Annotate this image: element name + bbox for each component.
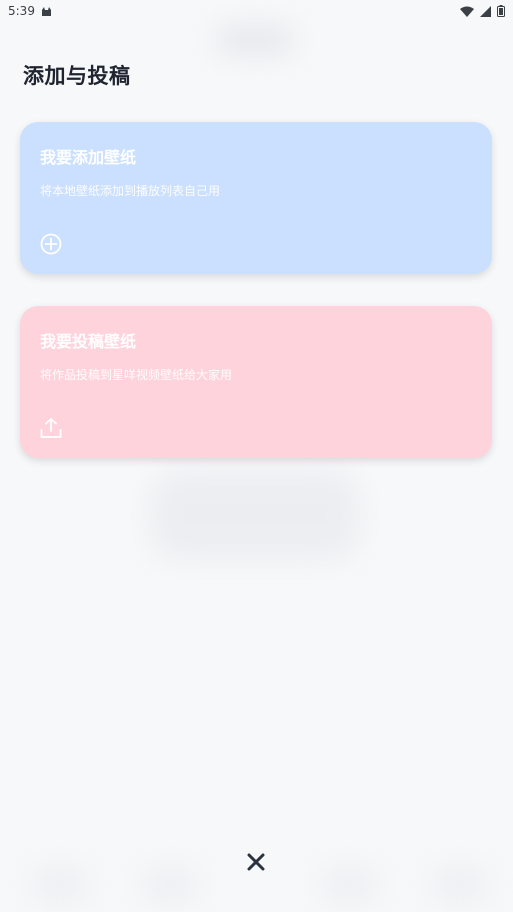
background-blur <box>150 470 360 560</box>
status-bar: 5:39 <box>0 0 513 22</box>
background-blur <box>215 25 295 55</box>
background-blur <box>30 865 90 905</box>
add-wallpaper-description: 将本地壁纸添加到播放列表自己用 <box>40 184 221 198</box>
background-blur <box>320 865 380 905</box>
add-wallpaper-title: 我要添加壁纸 <box>40 148 137 167</box>
add-wallpaper-card[interactable]: 我要添加壁纸 将本地壁纸添加到播放列表自己用 <box>20 122 492 274</box>
close-icon <box>247 853 265 871</box>
battery-icon <box>497 5 505 17</box>
wifi-icon <box>460 6 474 17</box>
signal-icon <box>480 5 491 17</box>
submit-wallpaper-card[interactable]: 我要投稿壁纸 将作品投稿到星咩视频壁纸给大家用 <box>20 306 492 458</box>
background-blur <box>430 865 490 905</box>
close-button[interactable] <box>240 846 272 878</box>
submit-wallpaper-description: 将作品投稿到星咩视频壁纸给大家用 <box>40 368 233 382</box>
status-right <box>460 5 505 17</box>
background-blur <box>140 865 200 905</box>
page-title: 添加与投稿 <box>23 64 131 88</box>
notification-icon <box>41 6 51 16</box>
submit-wallpaper-title: 我要投稿壁纸 <box>40 332 137 351</box>
plus-circle-icon <box>40 233 62 255</box>
status-time: 5:39 <box>8 4 35 18</box>
status-left: 5:39 <box>8 4 52 18</box>
upload-icon <box>40 418 62 438</box>
